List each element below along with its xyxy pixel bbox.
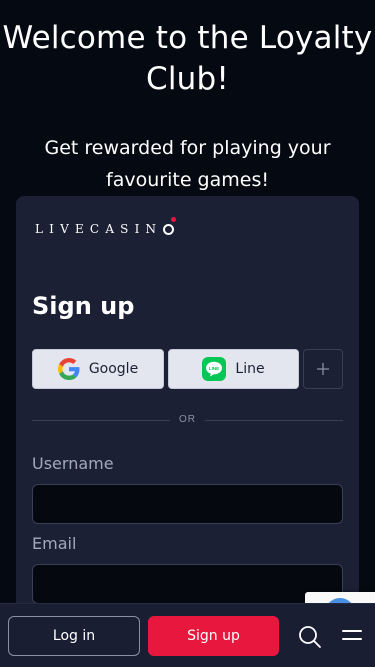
or-divider: OR — [32, 414, 343, 426]
line-icon: LINE — [202, 357, 227, 381]
username-input[interactable] — [32, 484, 343, 524]
email-input[interactable] — [32, 564, 343, 604]
loyalty-signup-page: Welcome to the Loyalty Club! Get rewarde… — [0, 0, 375, 667]
username-label: Username — [32, 454, 114, 473]
login-button[interactable]: Log in — [8, 616, 140, 656]
email-label: Email — [32, 534, 77, 553]
casino-logo-o-icon — [163, 217, 177, 235]
search-icon[interactable] — [297, 624, 323, 650]
livecasino-logo[interactable]: LIVECASIN — [35, 217, 177, 240]
google-signup-button[interactable]: Google — [32, 349, 164, 389]
more-options-button[interactable] — [303, 349, 343, 389]
line-label: Line — [235, 361, 265, 377]
hero-subtitle: Get rewarded for playing your favourite … — [44, 137, 331, 191]
svg-text:LINE: LINE — [209, 366, 219, 371]
signup-button[interactable]: Sign up — [148, 616, 279, 656]
google-label: Google — [88, 361, 139, 377]
hamburger-menu-icon[interactable] — [342, 628, 364, 646]
logo-text: LIVECASIN — [35, 222, 163, 236]
bottom-action-bar: Log in Sign up — [0, 603, 375, 667]
google-icon — [57, 358, 80, 380]
plus-icon — [317, 363, 329, 375]
signup-title: Sign up — [32, 292, 135, 320]
hero-title: Welcome to the Loyalty Club! — [2, 20, 373, 97]
line-signup-button[interactable]: LINE Line — [168, 349, 299, 389]
social-login-row: Google LINE Line — [32, 349, 343, 389]
